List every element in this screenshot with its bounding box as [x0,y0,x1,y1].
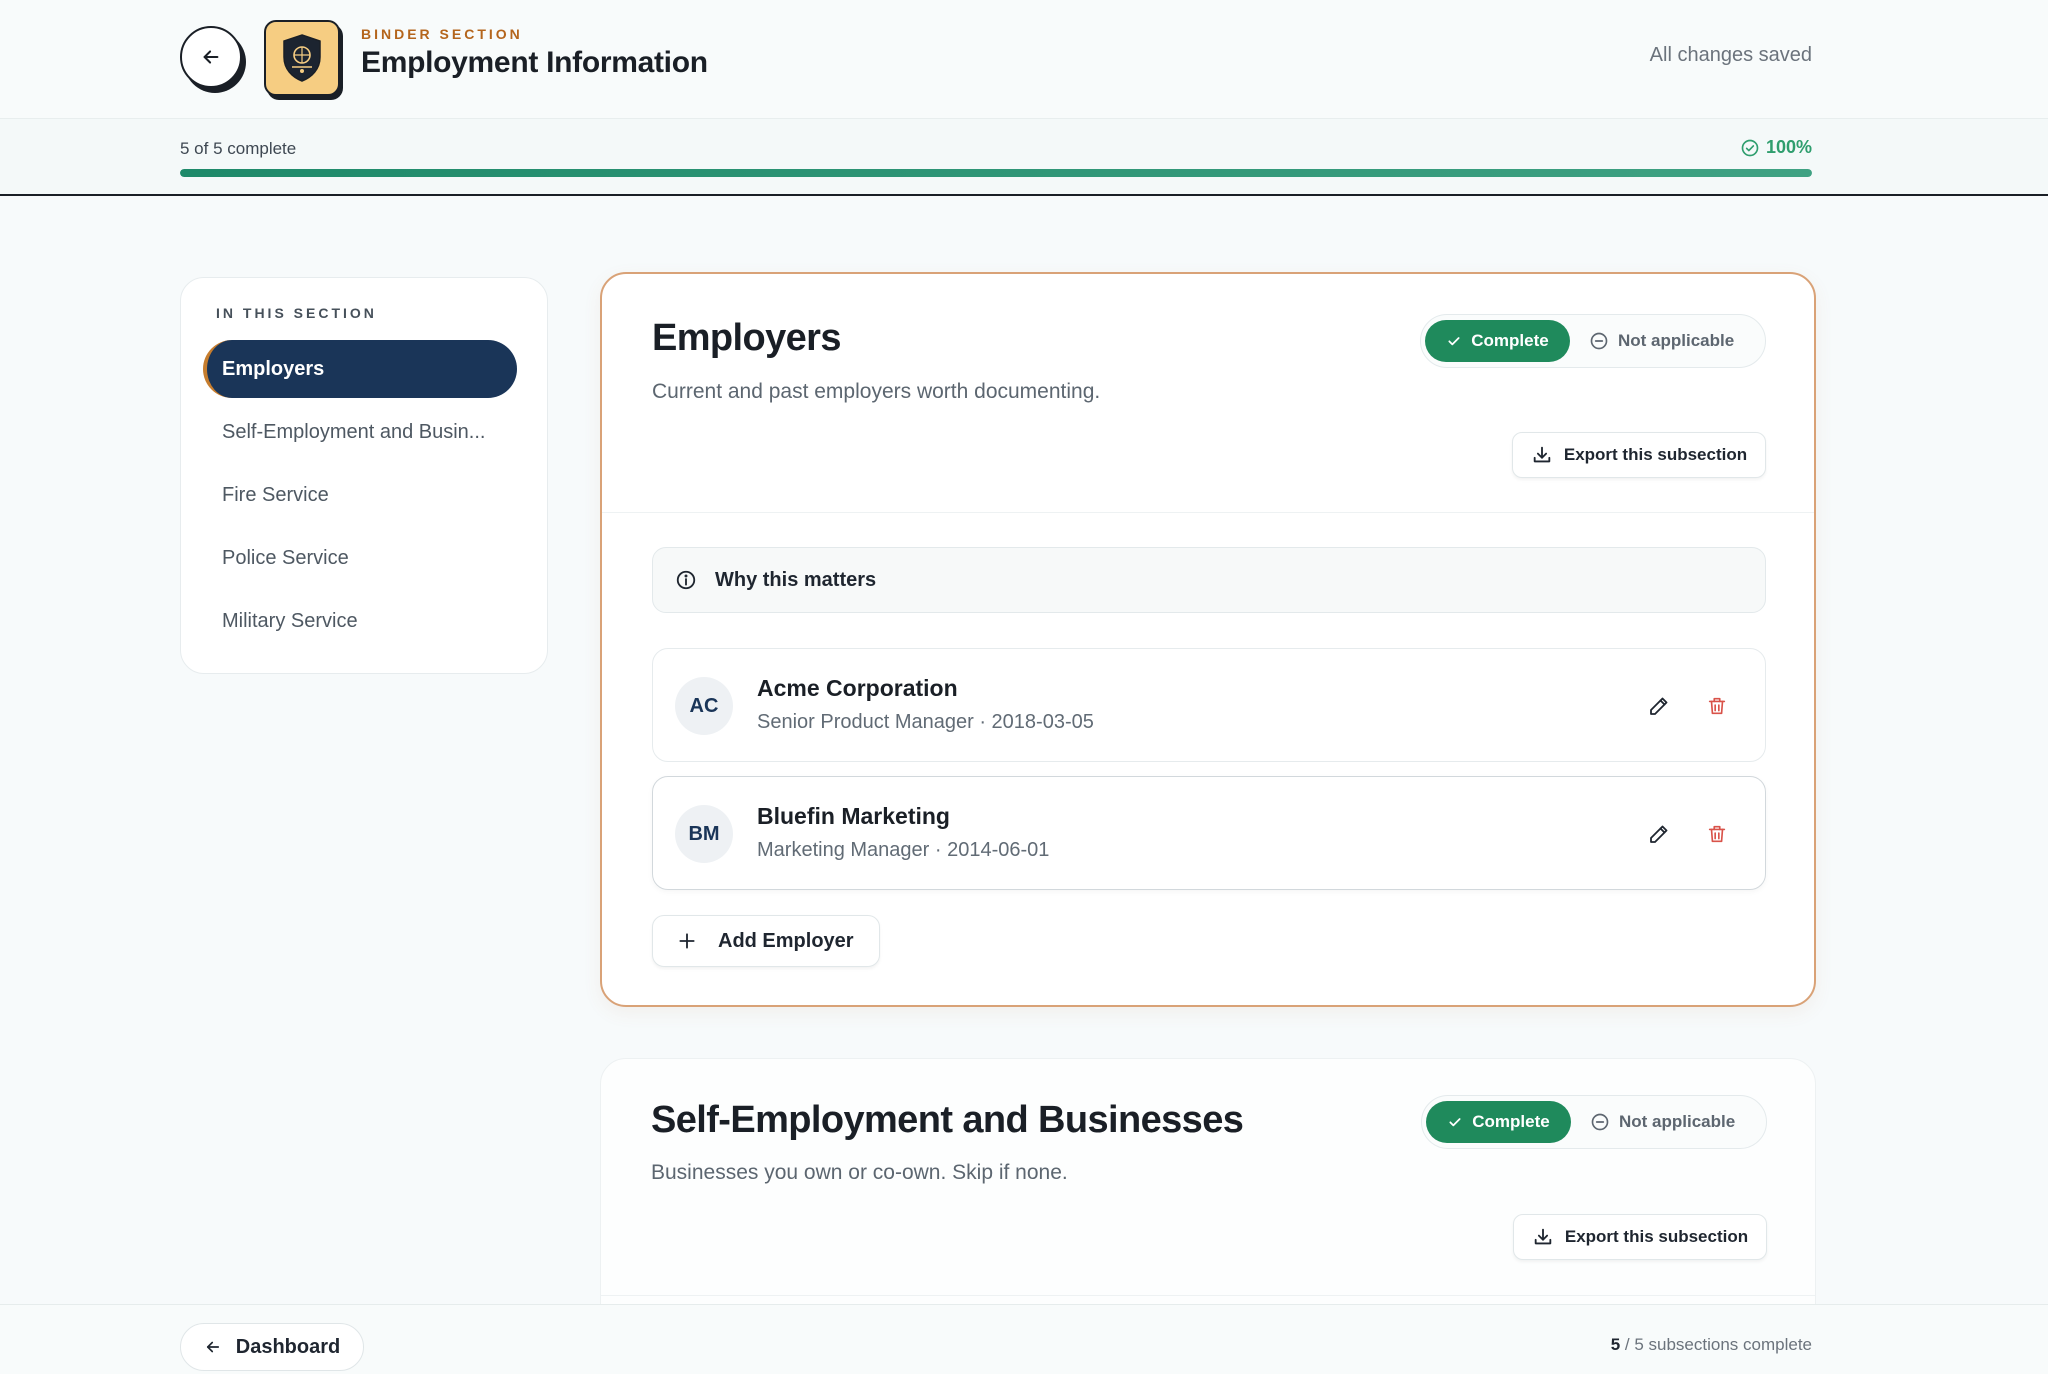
minus-circle-icon [1589,331,1609,351]
back-button[interactable] [180,26,242,88]
download-icon [1531,444,1553,466]
card-divider [602,512,1814,513]
delete-button[interactable] [1700,689,1734,723]
page-title: Employment Information [361,46,708,79]
employer-details: Marketing Manager · 2014-06-01 [757,839,1050,861]
minus-circle-icon [1590,1112,1610,1132]
card-divider [601,1295,1815,1296]
status-toggle: Complete Not applicable [1421,1095,1767,1149]
section-eyebrow: BINDER SECTION [361,26,523,42]
info-icon [675,569,697,591]
add-employer-button[interactable]: Add Employer [652,915,880,967]
complete-label: Complete [1471,331,1549,350]
progress-label: 5 of 5 complete [180,139,297,158]
subsection-description: Current and past employers worth documen… [652,380,1101,403]
not-applicable-label: Not applicable [1618,331,1735,350]
sidebar-heading: IN THIS SECTION [216,305,377,321]
add-employer-label: Add Employer [718,929,854,952]
avatar: BM [675,805,733,863]
employer-entry[interactable]: AC Acme Corporation Senior Product Manag… [652,648,1766,762]
sidebar-item-label: Fire Service [222,483,329,506]
sidebar-item-self-employment[interactable]: Self-Employment and Busin... [203,403,517,461]
employer-entry[interactable]: BM Bluefin Marketing Marketing Manager ·… [652,776,1766,890]
why-this-matters-toggle[interactable]: Why this matters [652,547,1766,613]
why-this-matters-label: Why this matters [715,568,877,591]
edit-button[interactable] [1642,689,1676,723]
sidebar-item-police-service[interactable]: Police Service [203,529,517,587]
complete-label: Complete [1472,1112,1550,1131]
complete-button[interactable]: Complete [1425,320,1570,362]
arrow-left-icon [200,46,222,68]
edit-button[interactable] [1642,817,1676,851]
download-icon [1532,1226,1554,1248]
subsection-card-employers: Employers Complete Not applicable Curren… [600,272,1816,1007]
subsection-description: Businesses you own or co-own. Skip if no… [651,1161,1068,1184]
progress-percent-text: 100% [1765,137,1812,157]
export-label: Export this subsection [1563,445,1748,464]
export-subsection-button[interactable]: Export this subsection [1513,1214,1767,1260]
shield-emblem-icon [278,32,326,84]
subsection-title: Self-Employment and Businesses [651,1099,1244,1141]
trash-icon [1706,695,1728,717]
sidebar-item-employers[interactable]: Employers [203,340,517,398]
not-applicable-label: Not applicable [1619,1112,1736,1131]
delete-button[interactable] [1700,817,1734,851]
export-subsection-button[interactable]: Export this subsection [1512,432,1766,478]
arrow-left-icon [204,1338,222,1356]
employer-name: Bluefin Marketing [757,803,950,829]
check-icon [1447,1114,1463,1130]
dashboard-label: Dashboard [235,1335,341,1358]
save-status: All changes saved [1649,44,1812,66]
subsections-summary: 5 / 5 subsections complete [1611,1335,1812,1355]
sidebar-item-label: Police Service [222,546,349,569]
subsection-title: Employers [652,317,842,359]
sidebar-item-label: Employers [222,357,325,380]
bottom-footer: Dashboard 5 / 5 subsections complete [0,1304,2048,1374]
not-applicable-button[interactable]: Not applicable [1589,320,1734,362]
status-toggle: Complete Not applicable [1420,314,1766,368]
progress-bar-fill [180,169,1812,177]
export-label: Export this subsection [1564,1227,1749,1246]
section-emblem [264,20,340,96]
sidebar-item-fire-service[interactable]: Fire Service [203,466,517,524]
employer-name: Acme Corporation [757,675,958,701]
check-icon [1446,333,1462,349]
trash-icon [1706,823,1728,845]
pencil-icon [1647,822,1671,846]
complete-button[interactable]: Complete [1426,1101,1571,1143]
avatar: AC [675,677,733,735]
check-circle-icon [1740,138,1760,158]
sidebar-item-military-service[interactable]: Military Service [203,592,517,650]
progress-bar [180,169,1812,177]
section-sidebar: IN THIS SECTION Employers Self-Employmen… [180,277,548,674]
progress-strip: 5 of 5 complete 100% [0,119,2048,196]
employer-details: Senior Product Manager · 2018-03-05 [757,711,1094,733]
summary-text: / 5 subsections complete [1624,1335,1812,1354]
pencil-icon [1647,694,1671,718]
not-applicable-button[interactable]: Not applicable [1590,1101,1735,1143]
dashboard-button[interactable]: Dashboard [180,1323,364,1371]
top-header: BINDER SECTION Employment Information Al… [0,0,2048,119]
plus-icon [677,931,697,951]
sidebar-item-label: Military Service [222,609,358,632]
completed-count: 5 [1610,1335,1621,1354]
progress-percent: 100% [1740,137,1812,158]
sidebar-item-label: Self-Employment and Busin... [222,420,486,443]
